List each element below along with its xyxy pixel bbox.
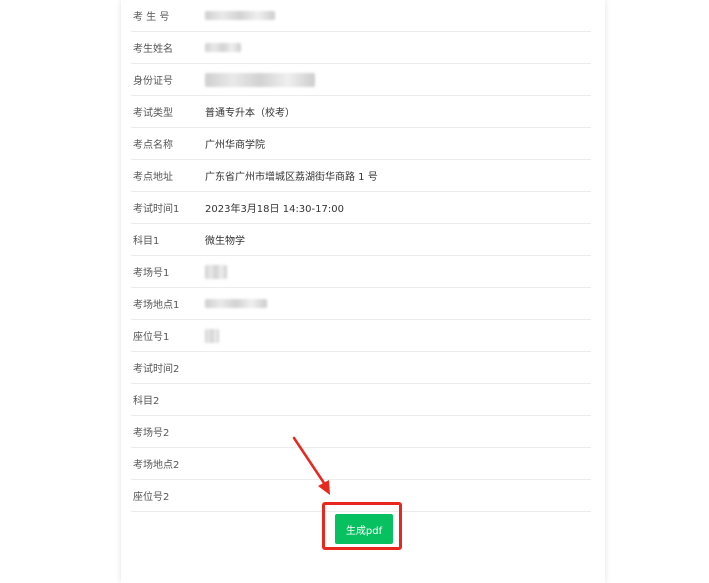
info-row-seat-number-1: 座位号1 [131,320,591,352]
info-row-room-location-1: 考场地点1 [131,288,591,320]
info-row-exam-site-name: 考点名称 广州华商学院 [131,128,591,160]
field-value-redacted [205,298,267,309]
field-label: 考场地点2 [133,460,180,471]
field-value: 普通专升本（校考） [205,108,295,119]
field-value: 2023年3月18日 14:30-17:00 [205,204,344,215]
info-row-candidate-name: 考生姓名 [131,32,591,64]
field-value-redacted [205,72,315,87]
field-value-redacted [205,42,241,53]
info-list: 考 生 号 考生姓名 身份证号 考试类型 普通专升本（校考） 考点名称 广州华商… [131,0,591,512]
field-label: 考场号1 [133,268,170,279]
field-value: 广东省广州市增城区荔湖街华商路 1 号 [205,172,378,183]
info-row-exam-time-2: 考试时间2 [131,352,591,384]
field-label: 考生姓名 [133,44,173,55]
field-label: 考试类型 [133,108,173,119]
field-value: 微生物学 [205,236,245,247]
field-label: 考试时间1 [133,204,180,215]
info-row-room-number-2: 考场号2 [131,416,591,448]
generate-pdf-button[interactable]: 生成pdf [335,514,393,544]
field-value-redacted [205,328,219,343]
info-row-exam-site-address: 考点地址 广东省广州市增城区荔湖街华商路 1 号 [131,160,591,192]
admission-ticket-card: 考 生 号 考生姓名 身份证号 考试类型 普通专升本（校考） 考点名称 广州华商… [121,0,605,583]
info-row-room-location-2: 考场地点2 [131,448,591,480]
field-value-redacted [205,264,227,279]
field-label: 考点名称 [133,140,173,151]
info-row-subject-1: 科目1 微生物学 [131,224,591,256]
highlight-box: 生成pdf [322,502,402,550]
field-label: 科目2 [133,396,160,407]
info-row-candidate-number: 考 生 号 [131,0,591,32]
info-row-subject-2: 科目2 [131,384,591,416]
field-label: 座位号2 [133,492,170,503]
field-label: 考试时间2 [133,364,180,375]
field-label: 身份证号 [133,76,173,87]
info-row-exam-type: 考试类型 普通专升本（校考） [131,96,591,128]
info-row-exam-time-1: 考试时间1 2023年3月18日 14:30-17:00 [131,192,591,224]
field-value-redacted [205,10,275,21]
field-label: 考 生 号 [133,12,170,23]
field-value: 广州华商学院 [205,140,265,151]
info-row-room-number-1: 考场号1 [131,256,591,288]
field-label: 考点地址 [133,172,173,183]
field-label: 科目1 [133,236,160,247]
field-label: 考场号2 [133,428,170,439]
info-row-id-number: 身份证号 [131,64,591,96]
field-label: 座位号1 [133,332,170,343]
field-label: 考场地点1 [133,300,180,311]
